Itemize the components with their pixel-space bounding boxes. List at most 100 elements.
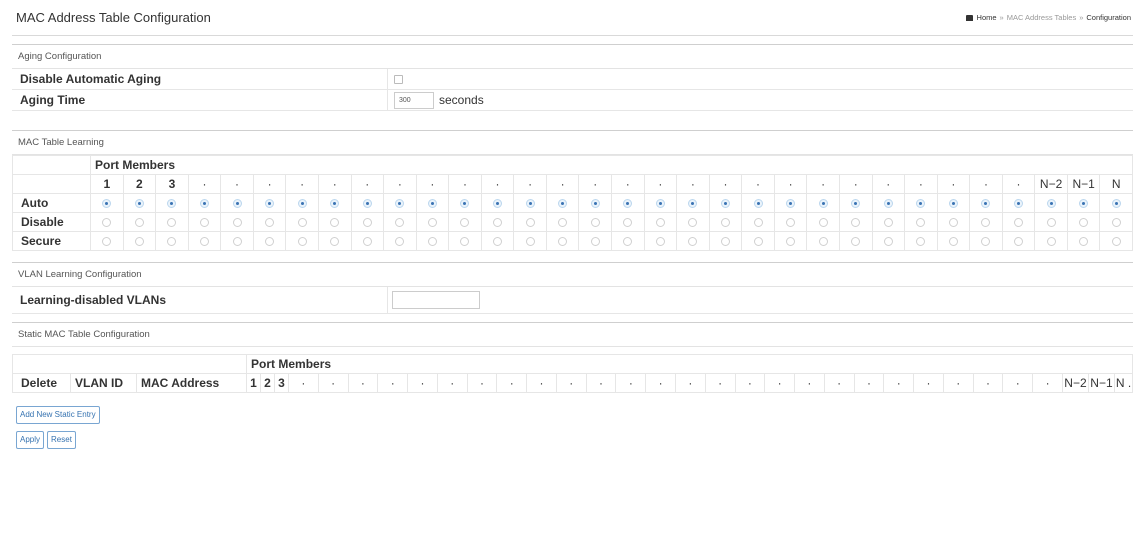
learning-auto-radio[interactable] xyxy=(232,199,242,209)
learning-disable-radio[interactable] xyxy=(395,218,405,228)
learning-disable-radio[interactable] xyxy=(981,218,991,228)
learning-auto-radio[interactable] xyxy=(753,199,763,209)
learning-disable-radio[interactable] xyxy=(297,218,307,228)
learning-auto-radio[interactable] xyxy=(558,199,568,209)
learning-disable-radio[interactable] xyxy=(232,218,242,228)
learning-disable-radio[interactable] xyxy=(623,218,633,228)
learning-auto-radio[interactable] xyxy=(493,199,503,209)
learning-secure-radio[interactable] xyxy=(623,237,633,247)
learning-auto-radio[interactable] xyxy=(1079,199,1089,209)
learning-auto-radio[interactable] xyxy=(460,199,470,209)
breadcrumb-mac-tables[interactable]: MAC Address Tables xyxy=(1007,13,1076,22)
learning-disable-radio[interactable] xyxy=(688,218,698,228)
learning-auto-radio[interactable] xyxy=(167,199,177,209)
learning-secure-radio[interactable] xyxy=(362,237,372,247)
learning-auto-radio[interactable] xyxy=(1111,199,1121,209)
learning-disabled-vlans-input[interactable] xyxy=(392,291,480,309)
learning-secure-radio[interactable] xyxy=(883,237,893,247)
learning-auto-radio[interactable] xyxy=(655,199,665,209)
learning-auto-radio[interactable] xyxy=(851,199,861,209)
breadcrumb-home[interactable]: Home xyxy=(977,13,997,22)
learning-secure-radio[interactable] xyxy=(786,237,796,247)
learning-auto-radio[interactable] xyxy=(981,199,991,209)
learning-auto-radio[interactable] xyxy=(427,199,437,209)
learning-auto-radio[interactable] xyxy=(1046,199,1056,209)
learning-secure-radio[interactable] xyxy=(753,237,763,247)
learning-secure-radio[interactable] xyxy=(720,237,730,247)
learning-secure-radio[interactable] xyxy=(1111,237,1121,247)
learning-secure-radio[interactable] xyxy=(688,237,698,247)
learning-disable-radio[interactable] xyxy=(362,218,372,228)
learning-auto-radio[interactable] xyxy=(362,199,372,209)
learning-auto-radio[interactable] xyxy=(1014,199,1024,209)
learning-secure-radio[interactable] xyxy=(102,237,112,247)
learning-auto-radio[interactable] xyxy=(199,199,209,209)
learning-disable-radio[interactable] xyxy=(427,218,437,228)
learning-secure-radio[interactable] xyxy=(981,237,991,247)
learning-disable-radio[interactable] xyxy=(1079,218,1089,228)
learning-secure-radio[interactable] xyxy=(525,237,535,247)
learning-auto-radio[interactable] xyxy=(688,199,698,209)
learning-auto-radio[interactable] xyxy=(265,199,275,209)
learning-secure-radio[interactable] xyxy=(851,237,861,247)
learning-auto-radio[interactable] xyxy=(623,199,633,209)
learning-auto-radio[interactable] xyxy=(525,199,535,209)
add-static-entry-button[interactable]: Add New Static Entry xyxy=(16,405,100,424)
learning-secure-radio[interactable] xyxy=(167,237,177,247)
learning-disable-radio[interactable] xyxy=(655,218,665,228)
learning-disable-radio[interactable] xyxy=(1111,218,1121,228)
learning-disable-radio[interactable] xyxy=(558,218,568,228)
learning-disable-radio[interactable] xyxy=(720,218,730,228)
apply-button[interactable]: Apply xyxy=(16,430,45,449)
reset-button[interactable]: Reset xyxy=(47,430,76,449)
learning-auto-radio[interactable] xyxy=(590,199,600,209)
learning-auto-radio[interactable] xyxy=(395,199,405,209)
learning-disable-radio[interactable] xyxy=(199,218,209,228)
learning-disable-radio[interactable] xyxy=(818,218,828,228)
learning-secure-radio[interactable] xyxy=(199,237,209,247)
learning-secure-radio[interactable] xyxy=(948,237,958,247)
learning-secure-radio[interactable] xyxy=(1046,237,1056,247)
learning-auto-radio[interactable] xyxy=(786,199,796,209)
learning-disable-radio[interactable] xyxy=(753,218,763,228)
learning-disable-radio[interactable] xyxy=(590,218,600,228)
learning-secure-radio[interactable] xyxy=(916,237,926,247)
learning-disable-radio[interactable] xyxy=(883,218,893,228)
aging-time-input[interactable]: 300 xyxy=(394,91,434,109)
learning-disable-radio[interactable] xyxy=(167,218,177,228)
learning-auto-radio[interactable] xyxy=(134,199,144,209)
learning-secure-radio[interactable] xyxy=(427,237,437,247)
learning-secure-radio[interactable] xyxy=(395,237,405,247)
learning-secure-radio[interactable] xyxy=(330,237,340,247)
learning-secure-radio[interactable] xyxy=(655,237,665,247)
learning-disable-radio[interactable] xyxy=(1046,218,1056,228)
learning-secure-radio[interactable] xyxy=(265,237,275,247)
learning-secure-radio[interactable] xyxy=(232,237,242,247)
learning-secure-radio[interactable] xyxy=(134,237,144,247)
learning-disable-radio[interactable] xyxy=(851,218,861,228)
learning-auto-radio[interactable] xyxy=(948,199,958,209)
learning-secure-radio[interactable] xyxy=(590,237,600,247)
disable-aging-checkbox[interactable] xyxy=(394,74,403,84)
learning-disable-radio[interactable] xyxy=(265,218,275,228)
learning-disable-radio[interactable] xyxy=(493,218,503,228)
learning-disable-radio[interactable] xyxy=(460,218,470,228)
learning-auto-radio[interactable] xyxy=(297,199,307,209)
learning-disable-radio[interactable] xyxy=(330,218,340,228)
learning-disable-radio[interactable] xyxy=(948,218,958,228)
learning-secure-radio[interactable] xyxy=(493,237,503,247)
learning-auto-radio[interactable] xyxy=(720,199,730,209)
learning-disable-radio[interactable] xyxy=(134,218,144,228)
learning-auto-radio[interactable] xyxy=(818,199,828,209)
learning-secure-radio[interactable] xyxy=(558,237,568,247)
learning-auto-radio[interactable] xyxy=(916,199,926,209)
learning-disable-radio[interactable] xyxy=(1014,218,1024,228)
learning-disable-radio[interactable] xyxy=(916,218,926,228)
learning-secure-radio[interactable] xyxy=(1079,237,1089,247)
learning-disable-radio[interactable] xyxy=(786,218,796,228)
learning-auto-radio[interactable] xyxy=(330,199,340,209)
learning-secure-radio[interactable] xyxy=(297,237,307,247)
learning-secure-radio[interactable] xyxy=(818,237,828,247)
learning-auto-radio[interactable] xyxy=(883,199,893,209)
learning-disable-radio[interactable] xyxy=(525,218,535,228)
